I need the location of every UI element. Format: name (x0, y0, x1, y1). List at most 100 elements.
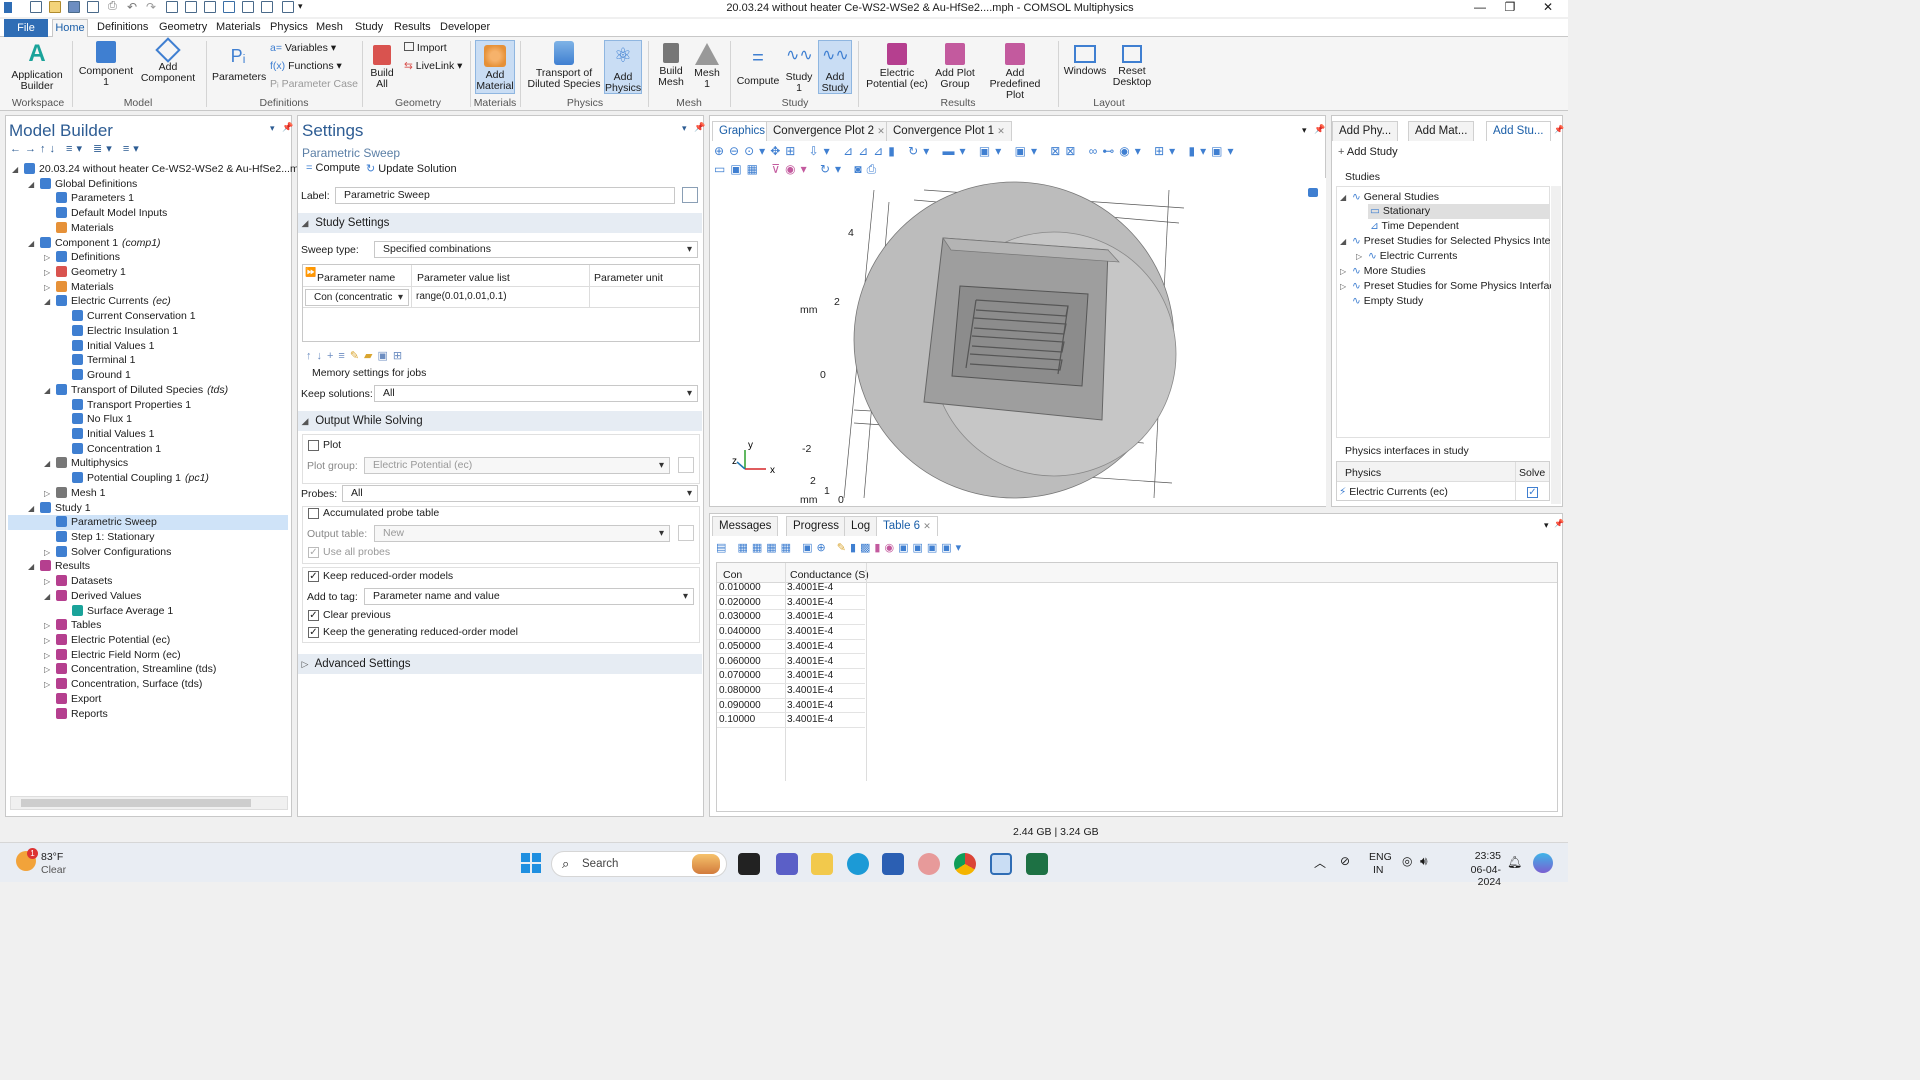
label-edit-icon[interactable] (682, 187, 698, 203)
table-row[interactable]: 0.050000 3.4001E-4 (717, 640, 865, 655)
tree-node[interactable]: Materials (56, 221, 118, 236)
expand-icon[interactable]: ▷ (1356, 252, 1362, 261)
menu-materials[interactable]: Materials (216, 21, 261, 33)
menu-mesh[interactable]: Mesh (316, 21, 343, 33)
probes-select[interactable]: All (342, 485, 698, 502)
add-plot-group-button[interactable]: Add Plot Group (932, 43, 978, 90)
tree-node[interactable]: Geometry 1 (56, 265, 130, 280)
tray-chevron-icon[interactable]: ︿ (1314, 854, 1326, 871)
import-button[interactable]: Import (404, 42, 447, 54)
paste-icon[interactable] (204, 1, 216, 13)
expand-icon[interactable]: ▷ (1340, 282, 1346, 291)
expand-icon[interactable]: ▷ (44, 680, 50, 689)
output-while-solving-section[interactable]: ◢ Output While Solving (298, 411, 702, 431)
collapse-icon[interactable]: ◢ (12, 165, 18, 174)
panel-menu-icon[interactable]: ▾ (270, 123, 275, 134)
pin-icon[interactable]: 📌 (694, 122, 705, 133)
close-tab-icon[interactable]: ✕ (923, 521, 931, 531)
collapse-icon[interactable]: ◢ (28, 180, 34, 189)
open-icon[interactable] (49, 1, 61, 13)
variables-button[interactable]: a= Variables ▾ (270, 42, 336, 54)
quick-access-dropdown-icon[interactable]: ▾ (298, 1, 303, 12)
collapse-icon[interactable]: ◢ (1340, 193, 1346, 202)
keep-reduced-checkbox[interactable]: ✓ (308, 571, 319, 582)
view-info-icon[interactable] (1308, 188, 1318, 197)
expand-icon[interactable]: ▷ (44, 283, 50, 292)
add-predefined-plot-button[interactable]: Add Predefined Plot (980, 43, 1050, 101)
tree-node[interactable]: Parameters 1 (56, 191, 138, 206)
table-row[interactable]: 0.010000 3.4001E-4 (717, 581, 865, 596)
reset-desktop-button[interactable]: Reset Desktop (1108, 45, 1156, 88)
label-field[interactable]: Parametric Sweep (335, 187, 675, 204)
study-1-button[interactable]: ∿∿ Study 1 (784, 43, 814, 94)
notification-bell-icon[interactable]: 🔔︎ (1507, 855, 1522, 869)
electric-currents-study-item[interactable]: ∿ Electric Currents (1368, 250, 1457, 262)
menu-geometry[interactable]: Geometry (159, 21, 207, 33)
collapse-icon[interactable]: ◢ (1340, 237, 1346, 246)
tab-table-6[interactable]: Table 6 ✕ (876, 516, 938, 536)
geometry-view[interactable]: 4 2 0 -2 2 1 0 mm mm y x z (714, 178, 1326, 506)
table-row[interactable]: 0.090000 3.4001E-4 (717, 699, 865, 714)
solve-checkbox[interactable]: ✓ (1527, 487, 1538, 498)
collapse-icon[interactable]: ◢ (44, 297, 50, 306)
duplicate-icon[interactable] (185, 1, 197, 13)
pin-icon[interactable]: 📌 (282, 122, 293, 133)
tree-node[interactable]: Reports (56, 707, 112, 722)
expand-icon[interactable]: ▷ (44, 253, 50, 262)
redo-icon[interactable]: ↷ (146, 0, 156, 14)
functions-button[interactable]: f(x) Functions ▾ (270, 60, 342, 72)
livelink-button[interactable]: ⇆ LiveLink ▾ (404, 60, 462, 72)
build-mesh-button[interactable]: Build Mesh (654, 43, 688, 88)
tree-node[interactable]: No Flux 1 (72, 412, 136, 427)
file-tab[interactable]: File (4, 19, 48, 37)
collapse-icon[interactable]: ◢ (44, 386, 50, 395)
plot-group-select[interactable]: Electric Potential (ec) (364, 457, 670, 474)
pin-icon[interactable]: 📌 (1554, 519, 1564, 528)
mesh-quick-icon[interactable] (261, 1, 273, 13)
tab-add-material[interactable]: Add Mat... (1408, 121, 1475, 141)
vertical-scrollbar[interactable] (1551, 186, 1561, 504)
mesh-1-button[interactable]: Mesh 1 (690, 43, 724, 90)
menu-study[interactable]: Study (355, 21, 383, 33)
delete-icon[interactable] (223, 1, 235, 13)
teams-icon[interactable] (776, 853, 798, 875)
output-table-goto-icon[interactable] (678, 525, 694, 541)
settings-quick-icon[interactable] (282, 1, 294, 13)
tree-node[interactable]: Current Conservation 1 (72, 309, 200, 324)
clock-time[interactable]: 23:35 (1449, 850, 1501, 862)
plot-checkbox[interactable] (308, 440, 319, 451)
windows-button[interactable]: Windows (1062, 45, 1108, 77)
menu-results[interactable]: Results (394, 21, 431, 33)
tree-node[interactable]: Electric Potential (ec) (56, 633, 174, 648)
tree-node[interactable]: Study 1 (40, 501, 95, 516)
expand-icon[interactable]: ▷ (44, 577, 50, 586)
file-explorer-icon[interactable] (811, 853, 833, 875)
expand-icon[interactable]: ▷ (44, 268, 50, 277)
print-icon[interactable]: ⎙ (108, 0, 117, 13)
edge-icon[interactable] (847, 853, 869, 875)
close-tab-icon[interactable]: ✕ (997, 126, 1005, 136)
lang-1[interactable]: ENG (1369, 851, 1392, 863)
menu-developer[interactable]: Developer (440, 21, 490, 33)
model-builder-toolbar[interactable]: ←→↑↓ ≡▾ ≣▾ ≡▾ (10, 142, 143, 155)
table-row[interactable]: 0.040000 3.4001E-4 (717, 625, 865, 640)
tree-node[interactable]: Concentration 1 (72, 442, 165, 457)
empty-study-item[interactable]: ∿ Empty Study (1352, 295, 1423, 307)
expand-icon[interactable]: ▷ (44, 651, 50, 660)
application-builder-button[interactable]: A Application Builder (8, 41, 66, 92)
minimize-icon[interactable]: — (1468, 0, 1492, 16)
app-icon[interactable] (918, 853, 940, 875)
comsol-taskbar-icon[interactable] (990, 853, 1012, 875)
tab-add-physics[interactable]: Add Phy... (1332, 121, 1399, 141)
tree-node[interactable]: Electric Field Norm (ec) (56, 648, 185, 663)
tree-node[interactable]: Derived Values (56, 589, 145, 604)
collapse-icon[interactable]: ◢ (28, 239, 34, 248)
maximize-icon[interactable]: ❐ (1498, 0, 1522, 16)
stationary-item[interactable]: ▭ Stationary (1370, 205, 1430, 217)
use-all-probes-checkbox[interactable]: ✓ (308, 547, 319, 558)
tree-node[interactable]: Concentration, Streamline (tds) (56, 662, 220, 677)
tree-node[interactable]: Concentration, Surface (tds) (56, 677, 206, 692)
copy-icon[interactable] (166, 1, 178, 13)
home-tab[interactable]: Home (52, 19, 88, 37)
panel-menu-icon[interactable]: ▾ (682, 123, 687, 134)
